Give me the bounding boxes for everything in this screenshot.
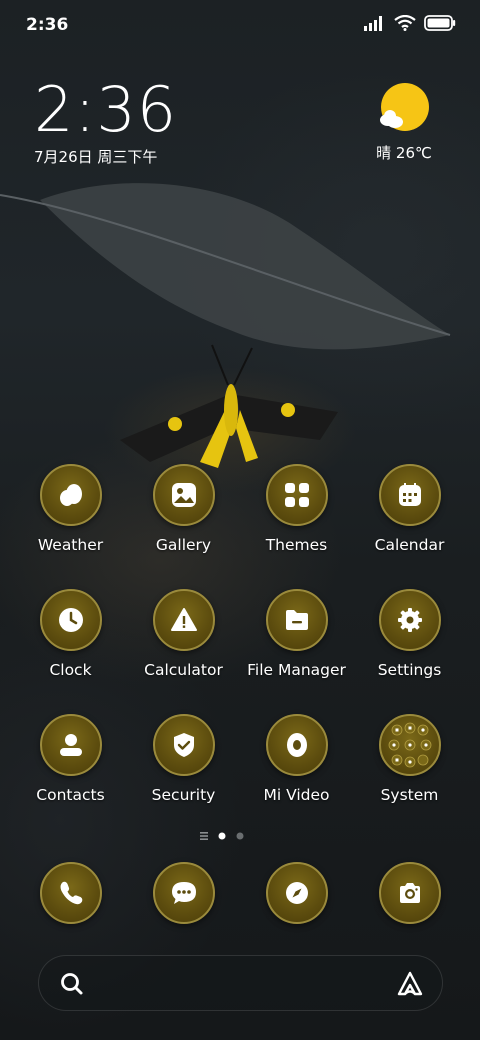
battery-icon <box>424 15 456 35</box>
weather-text: 晴 26℃ <box>376 144 432 162</box>
search-icon[interactable] <box>59 971 85 1001</box>
app-security[interactable]: Security <box>127 714 240 804</box>
browser-icon <box>265 862 328 924</box>
app-calendar[interactable]: Calendar <box>353 464 466 554</box>
app-label: Security <box>151 786 216 804</box>
app-label: Gallery <box>155 536 212 554</box>
settings-icon <box>378 589 441 651</box>
dock-messages[interactable] <box>127 862 240 924</box>
wallpaper-moth <box>120 344 338 468</box>
messages-icon <box>152 862 215 924</box>
app-label: Calculator <box>144 661 223 679</box>
app-weather[interactable]: Weather <box>14 464 127 554</box>
app-label: Themes <box>265 536 328 554</box>
app-label: Weather <box>37 536 104 554</box>
app-label: Clock <box>49 661 92 679</box>
app-label: Mi Video <box>263 786 330 804</box>
app-settings[interactable]: Settings <box>353 589 466 679</box>
widget-time: 2:36 <box>34 73 178 146</box>
wifi-icon <box>394 14 416 35</box>
file-manager-icon <box>265 589 328 651</box>
app-mi-video[interactable]: Mi Video <box>240 714 353 804</box>
status-bar: 2:36 <box>0 0 480 52</box>
app-label: System <box>380 786 439 804</box>
page-dot-active <box>218 832 226 840</box>
app-label: File Manager <box>247 661 346 679</box>
dock-browser[interactable] <box>240 862 353 924</box>
themes-icon <box>265 464 328 526</box>
mi-video-icon <box>265 714 328 776</box>
calculator-icon <box>152 589 215 651</box>
gallery-icon <box>152 464 215 526</box>
dock-camera[interactable] <box>353 862 466 924</box>
security-icon <box>152 714 215 776</box>
weather-widget[interactable]: 晴 26℃ <box>364 82 444 163</box>
page-indicator[interactable] <box>0 828 480 842</box>
app-label: Calendar <box>374 536 445 554</box>
app-themes[interactable]: Themes <box>240 464 353 554</box>
app-calculator[interactable]: Calculator <box>127 589 240 679</box>
calendar-icon <box>378 464 441 526</box>
weather-icon <box>39 464 102 526</box>
phone-icon <box>39 862 102 924</box>
clock-icon <box>39 589 102 651</box>
assistant-icon[interactable] <box>396 970 424 1002</box>
app-system-folder[interactable]: System <box>353 714 466 804</box>
app-label: Settings <box>377 661 442 679</box>
feed-indicator <box>200 832 208 840</box>
contacts-icon <box>39 714 102 776</box>
camera-icon <box>378 862 441 924</box>
clock-widget[interactable]: 2:36 7月26日 周三下午 <box>34 76 177 167</box>
app-contacts[interactable]: Contacts <box>14 714 127 804</box>
dock-phone[interactable] <box>14 862 127 924</box>
app-file-manager[interactable]: File Manager <box>240 589 353 679</box>
app-label: Contacts <box>36 786 105 804</box>
search-bar[interactable] <box>38 955 443 1011</box>
app-gallery[interactable]: Gallery <box>127 464 240 554</box>
app-clock[interactable]: Clock <box>14 589 127 679</box>
page-dot <box>236 832 244 840</box>
widget-date: 7月26日 周三下午 <box>34 148 158 166</box>
signal-icon <box>364 15 386 35</box>
status-time: 2:36 <box>26 15 69 35</box>
sun-cloud-icon <box>378 82 430 134</box>
system-folder-icon <box>378 714 441 776</box>
